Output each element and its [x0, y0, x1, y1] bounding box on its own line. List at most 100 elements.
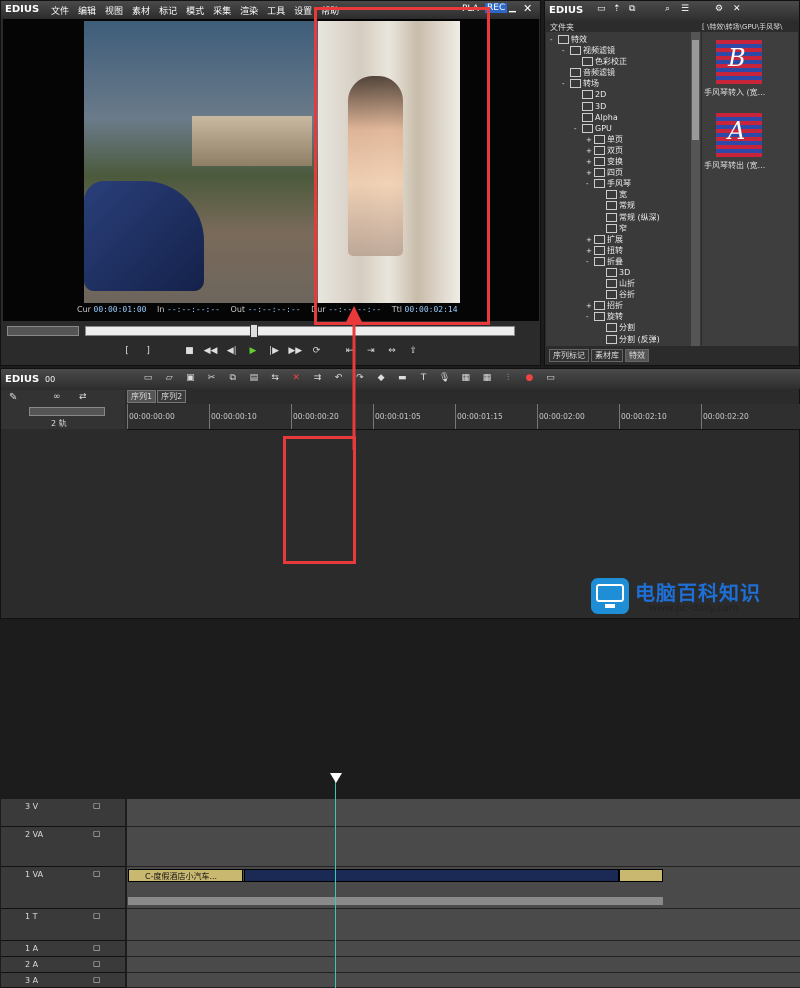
- tree-item[interactable]: + 扩展: [550, 234, 705, 245]
- expander-icon[interactable]: -: [550, 35, 558, 46]
- track-lock-icon[interactable]: ▢: [93, 975, 101, 984]
- play-icon[interactable]: ▶: [246, 345, 260, 357]
- search-icon[interactable]: ⌕: [665, 4, 670, 14]
- track-lane[interactable]: [127, 799, 800, 827]
- tab-0[interactable]: 序列标记: [549, 349, 589, 362]
- mic-icon[interactable]: 🎙: [438, 372, 452, 384]
- minimize-icon[interactable]: ▁: [509, 3, 516, 13]
- tree-item[interactable]: 2D: [550, 89, 705, 100]
- step-back-icon[interactable]: ◀|: [225, 345, 239, 357]
- tree-item[interactable]: 常规 (纵深): [550, 212, 705, 223]
- menu-item[interactable]: 设置: [294, 7, 312, 17]
- open-icon[interactable]: ▱: [162, 372, 176, 384]
- tree-item[interactable]: 音频滤镜: [550, 67, 705, 78]
- menu-item[interactable]: 标记: [159, 7, 177, 17]
- track-lock-icon[interactable]: ▢: [93, 943, 101, 952]
- replace-icon[interactable]: ⇆: [268, 372, 282, 384]
- monitor-icon[interactable]: ▭: [544, 372, 558, 384]
- track-lane[interactable]: [127, 827, 800, 867]
- split-icon[interactable]: ⇔: [385, 345, 399, 357]
- cut-icon[interactable]: ✂: [205, 372, 219, 384]
- effect-thumbnail[interactable]: A 手风琴转出 (宽...: [704, 113, 794, 173]
- tree-item[interactable]: - GPU: [550, 123, 705, 134]
- menu-item[interactable]: 素材: [132, 7, 150, 17]
- tree-item[interactable]: - 特效: [550, 34, 705, 45]
- delete-icon[interactable]: ✕: [289, 372, 303, 384]
- expander-icon[interactable]: -: [574, 124, 582, 135]
- track-mode[interactable]: 2 轨: [51, 418, 67, 429]
- menu-item[interactable]: 采集: [213, 7, 231, 17]
- expander-icon[interactable]: -: [586, 312, 594, 323]
- tab-1[interactable]: 素材库: [591, 349, 623, 362]
- export-icon[interactable]: ⇪: [406, 345, 420, 357]
- expander-icon[interactable]: -: [586, 257, 594, 268]
- copy-icon[interactable]: ⧉: [226, 372, 240, 384]
- clip-end[interactable]: [619, 869, 663, 882]
- effect-thumbnail[interactable]: B 手风琴转入 (宽...: [704, 40, 794, 100]
- tree-item[interactable]: - 转场: [550, 78, 705, 89]
- timeline-ruler[interactable]: 00:00:00:00 00:00:00:10 00:00:00:20 00:00:0…: [127, 404, 800, 430]
- tree-item[interactable]: 分割 (反弹): [550, 334, 705, 345]
- expander-icon[interactable]: -: [562, 79, 570, 90]
- track-header[interactable]: 1 A ▢: [1, 941, 125, 957]
- step-forward-icon[interactable]: |▶: [267, 345, 281, 357]
- clip-car[interactable]: C-度假酒店小汽车...: [128, 869, 243, 882]
- slider-handle[interactable]: [250, 324, 258, 338]
- tree-item[interactable]: 宽: [550, 189, 705, 200]
- tree-item[interactable]: 色彩校正: [550, 56, 705, 67]
- track-header[interactable]: 1 T ▢: [1, 909, 125, 941]
- tree-item[interactable]: + 双页: [550, 145, 705, 156]
- up-icon[interactable]: ⇡: [613, 4, 621, 14]
- transition-clip[interactable]: [244, 869, 619, 882]
- new-sequence-icon[interactable]: ▭: [141, 372, 155, 384]
- expander-icon[interactable]: -: [562, 46, 570, 57]
- fast-forward-icon[interactable]: ▶▶: [288, 345, 302, 357]
- track-lane[interactable]: [127, 957, 800, 973]
- delete-icon[interactable]: ✕: [733, 4, 741, 14]
- tree-scrollbar[interactable]: [691, 32, 700, 346]
- track-lane[interactable]: [127, 909, 800, 941]
- track-lane[interactable]: [127, 973, 800, 988]
- track-lock-icon[interactable]: ▢: [93, 911, 101, 920]
- track-header[interactable]: 3 A ▢: [1, 973, 125, 988]
- track-header[interactable]: 1 VA ▢: [1, 867, 125, 909]
- tree-item[interactable]: 3D: [550, 101, 705, 112]
- record-icon[interactable]: ●: [522, 372, 536, 384]
- sync-icon[interactable]: ⇄: [79, 392, 87, 402]
- sequence-tab[interactable]: 序列1: [127, 390, 157, 403]
- folder-icon[interactable]: ▭: [597, 4, 606, 14]
- sequence-tab[interactable]: 序列2: [157, 390, 187, 403]
- track-lock-icon[interactable]: ▢: [93, 959, 101, 968]
- tree-item[interactable]: + 四页: [550, 167, 705, 178]
- title-icon[interactable]: T: [416, 372, 430, 384]
- position-slider[interactable]: [7, 324, 515, 338]
- track-header[interactable]: 3 V ▢: [1, 799, 125, 827]
- track-lock-icon[interactable]: ▢: [93, 801, 101, 810]
- paste-icon[interactable]: ▤: [247, 372, 261, 384]
- audio-clip-bar[interactable]: [128, 897, 663, 905]
- tab-2[interactable]: 特效: [625, 349, 649, 362]
- tree-item[interactable]: - 旋转: [550, 311, 705, 322]
- tree-item[interactable]: - 视频滤镜: [550, 45, 705, 56]
- tree-item[interactable]: 分割: [550, 322, 705, 333]
- tree-item[interactable]: + 变换: [550, 156, 705, 167]
- rewind-icon[interactable]: ◀◀: [204, 345, 218, 357]
- menu-item[interactable]: 模式: [186, 7, 204, 17]
- playhead-marker[interactable]: [330, 773, 342, 783]
- tree-item[interactable]: + 单页: [550, 134, 705, 145]
- snap-icon[interactable]: ▬: [395, 372, 409, 384]
- tree-item[interactable]: - 折叠: [550, 256, 705, 267]
- menu-item[interactable]: 渲染: [240, 7, 258, 17]
- loop-icon[interactable]: ⟳: [310, 345, 324, 357]
- tree-item[interactable]: Alpha: [550, 112, 705, 123]
- tree-item[interactable]: 常规: [550, 200, 705, 211]
- tree-item[interactable]: 3D: [550, 267, 705, 278]
- track-lock-icon[interactable]: ▢: [93, 869, 101, 878]
- grid-icon[interactable]: ▦: [480, 372, 494, 384]
- menu-item[interactable]: 视图: [105, 7, 123, 17]
- set-in-button[interactable]: [: [120, 345, 134, 357]
- render-icon[interactable]: ▦: [459, 372, 473, 384]
- mixer-icon[interactable]: ⫶: [501, 372, 515, 384]
- copy-icon[interactable]: ⧉: [629, 4, 635, 14]
- menu-item[interactable]: 文件: [51, 7, 69, 17]
